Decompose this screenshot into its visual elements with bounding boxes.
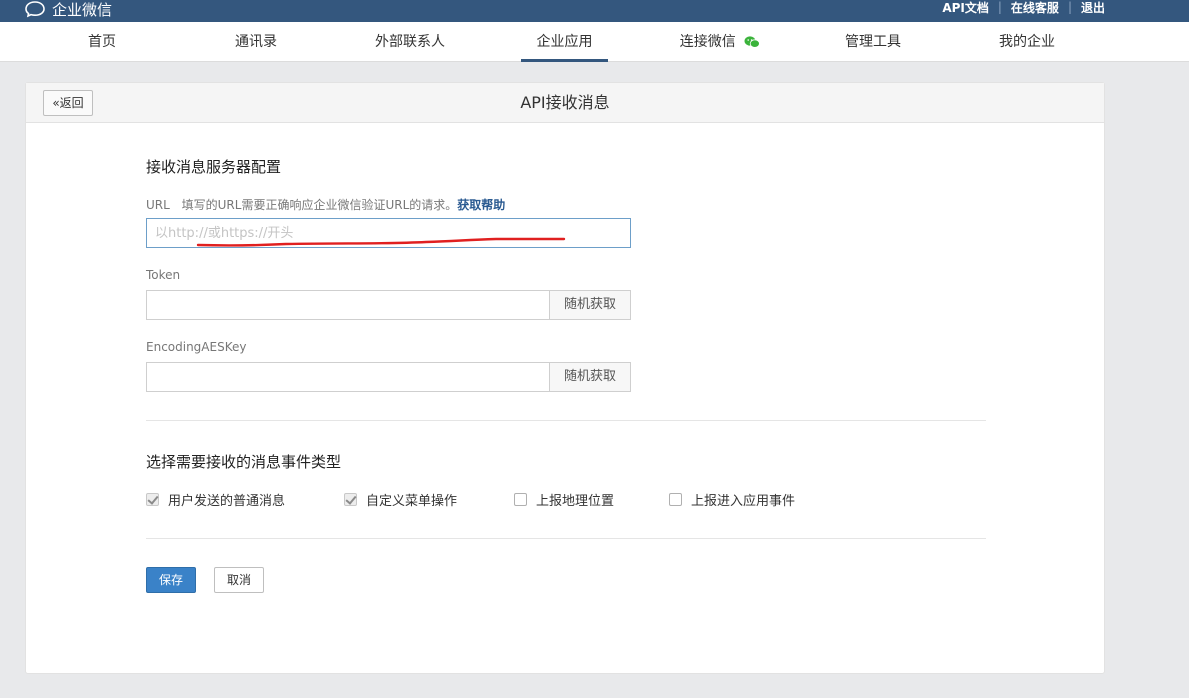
event-option-location[interactable]: 上报地理位置 (514, 490, 614, 509)
event-option-label: 自定义菜单操作 (366, 494, 458, 509)
save-button[interactable]: 保存 (146, 567, 196, 593)
event-types-title: 选择需要接收的消息事件类型 (146, 453, 342, 471)
checkbox-checked[interactable] (146, 493, 159, 506)
nav-item-contacts[interactable]: 通讯录 (227, 22, 285, 62)
checkbox-unchecked[interactable] (514, 493, 527, 506)
nav-item-my-company[interactable]: 我的企业 (992, 22, 1062, 62)
url-label: URL (146, 198, 170, 212)
nav-item-home[interactable]: 首页 (76, 22, 128, 62)
aes-key-label: EncodingAESKey (146, 340, 247, 354)
help-link[interactable]: 获取帮助 (457, 198, 505, 212)
online-support-link[interactable]: 在线客服 (1011, 0, 1059, 16)
event-option-label: 上报地理位置 (536, 494, 615, 509)
aes-key-random-button[interactable]: 随机获取 (549, 362, 631, 392)
main-nav: 首页 通讯录 外部联系人 企业应用 连接微信 管理工具 我的企业 (0, 22, 1189, 62)
wechat-icon (744, 25, 761, 65)
divider (146, 420, 986, 421)
wework-logo-icon (24, 0, 48, 18)
server-config-title: 接收消息服务器配置 (146, 158, 282, 176)
nav-item-label: 连接微信 (679, 34, 736, 50)
back-button[interactable]: «返回 (43, 90, 93, 116)
checkbox-unchecked[interactable] (669, 493, 682, 506)
nav-item-connect-wechat[interactable]: 连接微信 (672, 22, 768, 62)
api-receive-panel: API接收消息 «返回 接收消息服务器配置 URL 填写的URL需要正确响应企业… (25, 82, 1105, 674)
brand-name: 企业微信 (52, 0, 113, 19)
nav-item-apps[interactable]: 企业应用 (521, 22, 608, 62)
page-title: API接收消息 (520, 93, 610, 112)
event-option-enter-app[interactable]: 上报进入应用事件 (669, 490, 795, 509)
token-input[interactable] (146, 290, 550, 320)
nav-item-external-contacts[interactable]: 外部联系人 (370, 22, 450, 62)
token-random-button[interactable]: 随机获取 (549, 290, 631, 320)
event-option-label: 上报进入应用事件 (691, 494, 796, 509)
api-docs-link[interactable]: API文档 (942, 0, 989, 16)
checkbox-checked[interactable] (344, 493, 357, 506)
url-label-row: URL 填写的URL需要正确响应企业微信验证URL的请求。获取帮助 (146, 196, 505, 213)
divider (146, 538, 986, 539)
red-annotation-underline (196, 237, 566, 247)
aes-key-input[interactable] (146, 362, 550, 392)
separator: | (1067, 0, 1072, 14)
top-links: API文档 | 在线客服 | 退出 (942, 0, 1105, 16)
event-option-normal-message[interactable]: 用户发送的普通消息 (146, 490, 285, 509)
token-label: Token (146, 268, 181, 282)
event-option-menu-action[interactable]: 自定义菜单操作 (344, 490, 457, 509)
nav-item-admin-tools[interactable]: 管理工具 (838, 22, 908, 62)
url-hint: 填写的URL需要正确响应企业微信验证URL的请求。 (181, 198, 458, 212)
cancel-button[interactable]: 取消 (214, 567, 264, 593)
brand[interactable]: 企业微信 (24, 0, 112, 20)
panel-header: API接收消息 «返回 (26, 83, 1104, 123)
logout-link[interactable]: 退出 (1081, 0, 1105, 16)
event-option-label: 用户发送的普通消息 (168, 494, 286, 509)
top-bar: 企业微信 API文档 | 在线客服 | 退出 (0, 0, 1189, 22)
separator: | (997, 0, 1002, 14)
